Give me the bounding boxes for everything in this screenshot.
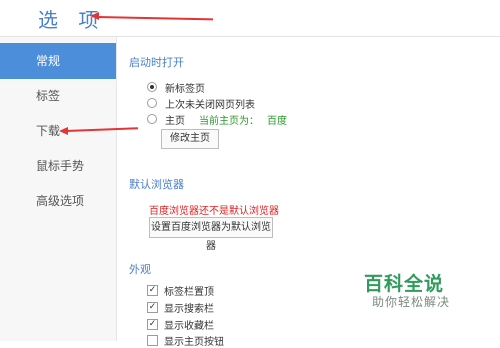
checkbox[interactable] xyxy=(147,334,158,346)
appearance-check-search-bar[interactable]: ✓ 显示搜索栏 xyxy=(147,300,214,315)
startup-option-homepage[interactable]: 主页 当前主页为： 百度 xyxy=(147,112,287,127)
current-homepage-value: 百度 xyxy=(267,115,287,127)
sidebar-item-advanced[interactable]: 高级选项 xyxy=(0,183,116,219)
edit-homepage-button[interactable]: 修改主页 xyxy=(161,129,219,149)
appearance-check-label: 显示收藏栏 xyxy=(164,320,214,332)
appearance-check-pin-tabbar[interactable]: ✓ 标签栏置顶 xyxy=(147,283,214,298)
radio-button[interactable] xyxy=(147,114,157,124)
startup-option-label: 主页 xyxy=(165,115,185,127)
startup-option-new-tab[interactable]: 新标签页 xyxy=(147,80,205,95)
startup-option-label: 上次未关闭网页列表 xyxy=(165,99,255,111)
appearance-section-title: 外观 xyxy=(129,263,151,276)
appearance-check-label: 标签栏置顶 xyxy=(164,286,214,298)
startup-section-title: 启动时打开 xyxy=(129,56,184,69)
sidebar-item-downloads[interactable]: 下载 xyxy=(0,113,116,149)
sidebar: 常规 标签 下载 鼠标手势 高级选项 xyxy=(0,37,117,341)
radio-button[interactable] xyxy=(147,98,157,108)
options-header: 选 项 xyxy=(0,0,500,37)
sidebar-item-general[interactable]: 常规 xyxy=(0,43,116,79)
sidebar-item-mouse-gestures[interactable]: 鼠标手势 xyxy=(0,148,116,184)
default-browser-section-title: 默认浏览器 xyxy=(129,178,184,191)
checkbox-checked[interactable]: ✓ xyxy=(147,301,158,313)
sidebar-item-tabs[interactable]: 标签 xyxy=(0,78,116,114)
appearance-check-label: 显示搜索栏 xyxy=(164,303,214,315)
watermark-subtitle: 助你轻松解决 xyxy=(372,295,451,309)
watermark-logo: 百科全说 xyxy=(364,273,445,295)
appearance-check-home-button[interactable]: 显示主页按钮 xyxy=(147,333,224,348)
arrow-head xyxy=(59,127,68,135)
appearance-check-bookmarks-bar[interactable]: ✓ 显示收藏栏 xyxy=(147,317,214,332)
appearance-check-label: 显示主页按钮 xyxy=(164,336,224,348)
arrow-head xyxy=(90,12,99,20)
checkbox-checked[interactable]: ✓ xyxy=(147,284,158,296)
checkbox-checked[interactable]: ✓ xyxy=(147,318,158,330)
startup-option-label: 新标签页 xyxy=(165,83,205,95)
current-homepage-note: 当前主页为： xyxy=(199,115,259,127)
startup-option-last-session[interactable]: 上次未关闭网页列表 xyxy=(147,96,255,111)
radio-button-checked[interactable] xyxy=(147,82,157,92)
set-default-browser-button[interactable]: 设置百度浏览器为默认浏览器 xyxy=(149,217,273,252)
default-browser-warning: 百度浏览器还不是默认浏览器 xyxy=(149,206,279,217)
